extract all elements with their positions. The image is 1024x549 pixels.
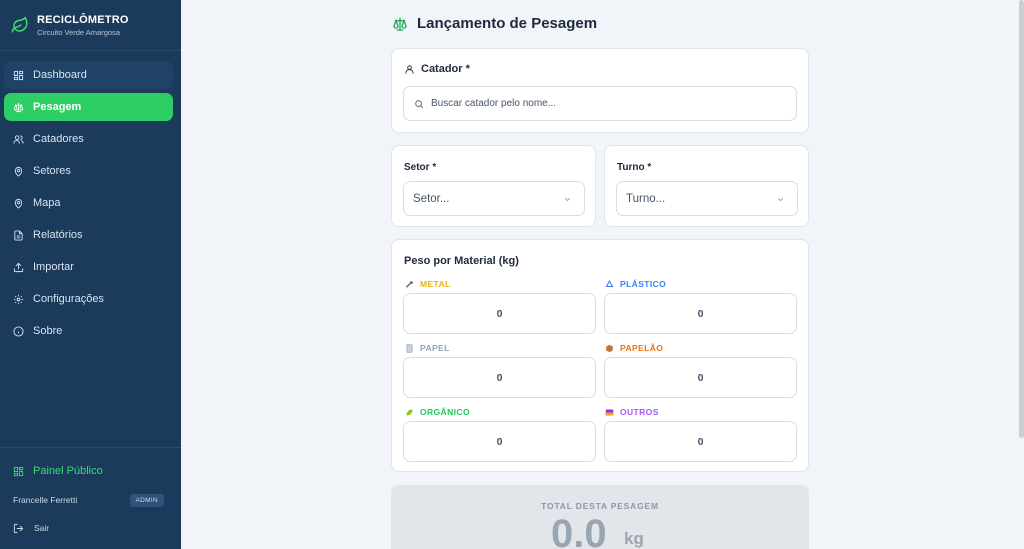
- material-input-plastico[interactable]: 0: [604, 293, 797, 334]
- catador-card: Catador * Buscar catador pelo nome...: [391, 48, 809, 133]
- total-label: TOTAL DESTA PESAGEM: [541, 501, 659, 511]
- total-unit: kg: [624, 529, 644, 548]
- search-icon: [415, 99, 424, 108]
- sidebar-item-mapa[interactable]: Mapa: [4, 189, 173, 217]
- dashboard-icon: [13, 70, 24, 81]
- setor-select-value: Setor...: [413, 192, 450, 205]
- materials-card: Peso por Material (kg) METAL 0 PLÁSTICO …: [391, 239, 809, 472]
- page-scrollbar[interactable]: [1019, 0, 1024, 438]
- setor-select[interactable]: Setor...: [403, 181, 585, 216]
- sidebar-item-configuracoes[interactable]: Configurações: [4, 285, 173, 313]
- user-icon: [405, 64, 414, 74]
- sidebar-item-label: Sobre: [33, 325, 63, 337]
- material-input-organico[interactable]: 0: [403, 421, 596, 462]
- logout-button[interactable]: Sair: [0, 518, 181, 538]
- sidebar-item-relatorios[interactable]: Relatórios: [4, 221, 173, 249]
- user-name: Francelle Ferretti: [13, 495, 78, 505]
- leaf-icon: [11, 16, 28, 33]
- scale-icon: [13, 102, 24, 113]
- material-label-organico: ORGÂNICO: [405, 407, 470, 417]
- public-panel-link[interactable]: Painel Público: [0, 460, 181, 482]
- turno-card: Turno * Turno...: [604, 145, 809, 227]
- gear-icon: [13, 294, 24, 305]
- logout-icon: [13, 523, 24, 534]
- sidebar-item-label: Relatórios: [33, 229, 83, 241]
- material-label-plastico: PLÁSTICO: [605, 279, 666, 289]
- page-title: Lançamento de Pesagem: [392, 15, 597, 32]
- wrench-icon: [406, 280, 413, 287]
- sidebar-item-pesagem[interactable]: Pesagem: [4, 93, 173, 121]
- public-panel-label: Painel Público: [33, 465, 103, 477]
- sidebar-item-label: Mapa: [33, 197, 61, 209]
- chevron-down-icon: [564, 197, 571, 201]
- sidebar: RECICLÔMETRO Circuito Verde Amargosa Das…: [0, 0, 181, 549]
- sidebar-item-label: Configurações: [33, 293, 104, 305]
- catador-search-input[interactable]: Buscar catador pelo nome...: [403, 86, 797, 121]
- material-input-papel[interactable]: 0: [403, 357, 596, 398]
- map-pin-icon: [13, 198, 24, 209]
- total-value: 0.0: [551, 512, 607, 549]
- material-label-metal: METAL: [405, 279, 451, 289]
- user-info: Francelle Ferretti ADMIN: [0, 490, 181, 510]
- total-panel: TOTAL DESTA PESAGEM 0.0 kg: [391, 485, 809, 549]
- users-icon: [13, 134, 24, 145]
- brand-title: RECICLÔMETRO: [37, 13, 129, 26]
- turno-select[interactable]: Turno...: [616, 181, 798, 216]
- brand-subtitle: Circuito Verde Amargosa: [37, 27, 120, 37]
- sidebar-item-setores[interactable]: Setores: [4, 157, 173, 185]
- sidebar-item-label: Dashboard: [33, 69, 87, 81]
- sidebar-item-catadores[interactable]: Catadores: [4, 125, 173, 153]
- dashboard-icon: [13, 466, 24, 477]
- sidebar-item-dashboard[interactable]: Dashboard: [4, 61, 173, 89]
- turno-label: Turno *: [617, 162, 652, 173]
- sidebar-item-label: Pesagem: [33, 101, 82, 113]
- turno-select-value: Turno...: [626, 192, 666, 205]
- sidebar-footer: Painel Público Francelle Ferretti ADMIN …: [0, 447, 181, 538]
- scale-icon: [393, 16, 407, 31]
- sidebar-item-importar[interactable]: Importar: [4, 253, 173, 281]
- page-title-text: Lançamento de Pesagem: [417, 15, 598, 32]
- materials-title: Peso por Material (kg): [404, 255, 519, 267]
- sidebar-item-sobre[interactable]: Sobre: [4, 317, 173, 345]
- setor-card: Setor * Setor...: [391, 145, 596, 227]
- info-icon: [13, 325, 24, 337]
- file-text-icon: [13, 229, 24, 241]
- setor-label: Setor *: [404, 162, 437, 173]
- sidebar-nav: Dashboard Pesagem Catadores Setores Mapa…: [4, 61, 173, 349]
- role-badge: ADMIN: [129, 493, 164, 507]
- catador-label: Catador *: [404, 63, 470, 75]
- sidebar-item-label: Importar: [33, 261, 74, 273]
- paper-icon: [406, 343, 413, 353]
- map-pin-icon: [13, 166, 24, 177]
- recycle-icon: [605, 279, 614, 287]
- material-label-papel: PAPEL: [405, 343, 450, 353]
- upload-icon: [13, 262, 24, 273]
- material-input-metal[interactable]: 0: [403, 293, 596, 334]
- box-icon: [606, 344, 613, 352]
- material-input-papelao[interactable]: 0: [604, 357, 797, 398]
- leaf-icon: [406, 409, 413, 415]
- brand: RECICLÔMETRO Circuito Verde Amargosa: [0, 0, 181, 51]
- search-placeholder: Buscar catador pelo nome...: [431, 98, 557, 109]
- package-icon: [605, 409, 614, 415]
- material-label-papelao: PAPELÃO: [605, 343, 663, 353]
- sidebar-item-label: Catadores: [33, 133, 84, 145]
- chevron-down-icon: [777, 197, 784, 201]
- sidebar-item-label: Setores: [33, 165, 71, 177]
- material-input-outros[interactable]: 0: [604, 421, 797, 462]
- material-label-outros: OUTROS: [605, 407, 659, 417]
- logout-label: Sair: [34, 523, 50, 533]
